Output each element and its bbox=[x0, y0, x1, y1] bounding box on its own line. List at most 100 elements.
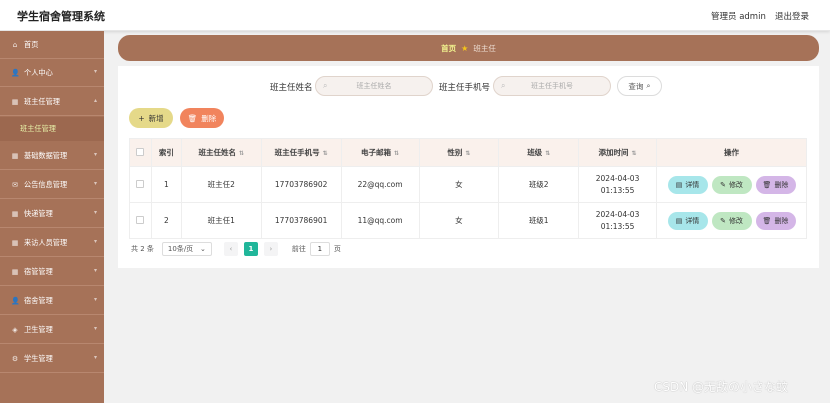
breadcrumb-current: 班主任 bbox=[473, 43, 496, 53]
sidebar-item-home[interactable]: ⌂ 首页 bbox=[0, 31, 104, 59]
sidebar-subitem-head-teacher[interactable]: 班主任管理 bbox=[0, 117, 104, 141]
sidebar-item-dorm-manager[interactable]: ▦ 宿管管理 ▾ bbox=[0, 258, 104, 286]
top-bar: 学生宿舍管理系统 管理员 admin 退出登录 bbox=[0, 0, 830, 31]
sort-icon[interactable]: ⇅ bbox=[323, 150, 328, 157]
chevron-down-icon: ▾ bbox=[93, 180, 97, 187]
grid-icon: ▦ bbox=[11, 97, 19, 106]
add-button-label: 新增 bbox=[148, 113, 164, 123]
row-checkbox[interactable] bbox=[136, 179, 145, 188]
batch-delete-button[interactable]: 🗑 删除 bbox=[180, 108, 224, 128]
phone-search-input[interactable]: ⌕ 班主任手机号 bbox=[493, 76, 611, 96]
sort-icon[interactable]: ⇅ bbox=[394, 150, 399, 157]
sidebar-item-head-teacher[interactable]: ▦ 班主任管理 ▴ bbox=[0, 88, 104, 116]
select-all-checkbox[interactable] bbox=[136, 147, 145, 156]
email-cell: 11@qq.com bbox=[340, 202, 420, 239]
table-header-row: 索引 班主任姓名 ⇅ 班主任手机号 ⇅ 电子邮箱 ⇅ 性别 ⇅ 班级 ⇅ 添加时间 ⇅ 操作 bbox=[129, 138, 807, 167]
ops-cell: ▤ 详情 ✎ 修改 🗑 删除 bbox=[656, 202, 807, 239]
delete-button-label: 删除 bbox=[201, 113, 217, 123]
phone-cell: 17703786901 bbox=[260, 202, 342, 239]
column-header[interactable]: 性别 ⇅ bbox=[418, 138, 500, 167]
column-header[interactable]: 班主任姓名 ⇅ bbox=[180, 138, 262, 167]
column-header[interactable]: 电子邮箱 ⇅ bbox=[340, 138, 420, 167]
sort-icon[interactable]: ⇅ bbox=[239, 150, 244, 157]
sidebar-item-dorm[interactable]: 👤 宿舍管理 ▾ bbox=[0, 287, 104, 315]
breadcrumb-home[interactable]: 首页 bbox=[441, 43, 456, 54]
next-page-button[interactable]: › bbox=[263, 242, 278, 256]
logout-link[interactable]: 退出登录 bbox=[775, 10, 809, 22]
name-search-input[interactable]: ⌕ 班主任姓名 bbox=[315, 76, 433, 96]
row-checkbox[interactable] bbox=[136, 215, 145, 224]
add-button[interactable]: + 新增 bbox=[129, 108, 173, 128]
column-header: 索引 bbox=[150, 138, 182, 167]
sort-icon[interactable]: ⇅ bbox=[545, 150, 550, 157]
sort-icon[interactable]: ⇅ bbox=[632, 150, 637, 157]
grid-icon: ▦ bbox=[11, 151, 19, 160]
detail-button[interactable]: ▤ 详情 bbox=[667, 175, 708, 194]
chevron-down-icon: ▾ bbox=[93, 68, 97, 75]
query-button[interactable]: 查询 ⌕ bbox=[617, 76, 662, 96]
page-number[interactable]: 1 bbox=[243, 242, 258, 256]
sidebar-item-student[interactable]: ⚙ 学生管理 ▾ bbox=[0, 345, 104, 373]
search-icon: ⌕ bbox=[323, 81, 328, 90]
sidebar-item-label: 首页 bbox=[24, 39, 39, 49]
column-header[interactable]: 班主任手机号 ⇅ bbox=[260, 138, 342, 167]
phone-cell: 17703786902 bbox=[260, 166, 342, 203]
detail-button[interactable]: ▤ 详情 bbox=[667, 211, 708, 230]
chevron-down-icon: ▾ bbox=[93, 151, 97, 158]
page-size-select[interactable]: 10条/页 ⌄ bbox=[161, 242, 212, 256]
column-header[interactable]: 班级 ⇅ bbox=[498, 138, 580, 167]
chevron-down-icon: ▾ bbox=[93, 209, 97, 216]
sidebar-item-label: 来访人员管理 bbox=[24, 237, 68, 247]
user-icon: 👤 bbox=[11, 68, 20, 77]
sidebar-item-label: 快递管理 bbox=[24, 208, 53, 218]
head-teacher-table: 索引 班主任姓名 ⇅ 班主任手机号 ⇅ 电子邮箱 ⇅ 性别 ⇅ 班级 ⇅ 添加时间 ⇅ 操作… bbox=[129, 138, 807, 239]
sidebar-item-profile[interactable]: 👤 个人中心 ▾ bbox=[0, 59, 104, 87]
watermark: CSDN @无敌の小さな蚊 bbox=[654, 380, 789, 394]
phone-search-placeholder: 班主任手机号 bbox=[531, 82, 573, 90]
sidebar-item-label: 宿管管理 bbox=[24, 266, 53, 276]
index-cell: 1 bbox=[150, 166, 182, 203]
select-all-cell[interactable] bbox=[129, 138, 152, 167]
sort-icon[interactable]: ⇅ bbox=[465, 150, 470, 157]
sidebar-item-notice[interactable]: ✉ 公告信息管理 ▾ bbox=[0, 171, 104, 199]
query-button-label: 查询 bbox=[628, 81, 644, 91]
grid-icon: ▦ bbox=[11, 209, 19, 218]
sidebar-item-base-data[interactable]: ▦ 基础数据管理 ▾ bbox=[0, 142, 104, 170]
delete-row-button[interactable]: 🗑 删除 bbox=[755, 211, 796, 230]
trash-icon: 🗑 bbox=[762, 180, 772, 189]
sidebar-item-visitor[interactable]: ▦ 来访人员管理 ▾ bbox=[0, 229, 104, 257]
sidebar-item-hygiene[interactable]: ◈ 卫生管理 ▾ bbox=[0, 316, 104, 344]
total-count: 共 2 条 bbox=[131, 245, 154, 253]
row-select-cell[interactable] bbox=[129, 166, 152, 203]
sidebar: ⌂ 首页 👤 个人中心 ▾ ▦ 班主任管理 ▴ 班主任管理 ▦ 基础数据管理 ▾ ✉ 公告信息管… bbox=[0, 31, 104, 403]
pencil-icon: ✎ bbox=[720, 216, 726, 225]
sidebar-item-label: 卫生管理 bbox=[24, 324, 53, 334]
gear-icon: ⚙ bbox=[11, 354, 19, 363]
home-icon: ⌂ bbox=[12, 40, 18, 49]
breadcrumb: 首页 ★ 班主任 bbox=[118, 35, 819, 61]
chevron-left-icon: ‹ bbox=[229, 245, 233, 253]
trash-icon: 🗑 bbox=[762, 216, 772, 225]
page-unit: 页 bbox=[333, 245, 341, 253]
prev-page-button[interactable]: ‹ bbox=[223, 242, 238, 256]
edit-button[interactable]: ✎ 修改 bbox=[711, 175, 752, 194]
current-user: 管理员 admin bbox=[711, 12, 766, 22]
gender-cell: 女 bbox=[418, 166, 500, 203]
app-title: 学生宿舍管理系统 bbox=[17, 10, 105, 23]
edit-button[interactable]: ✎ 修改 bbox=[711, 211, 752, 230]
email-cell: 22@qq.com bbox=[340, 166, 420, 203]
sidebar-item-express[interactable]: ▦ 快递管理 ▾ bbox=[0, 200, 104, 228]
sidebar-item-label: 基础数据管理 bbox=[24, 150, 68, 160]
goto-page-input[interactable]: 1 bbox=[309, 242, 330, 256]
row-select-cell[interactable] bbox=[129, 202, 152, 239]
column-header[interactable]: 添加时间 ⇅ bbox=[578, 138, 657, 167]
chevron-down-icon: ▾ bbox=[93, 354, 97, 361]
document-icon: ▤ bbox=[675, 216, 683, 225]
time-cell: 2024-04-03 01:13:55 bbox=[578, 166, 657, 203]
star-icon: ★ bbox=[461, 43, 469, 53]
delete-row-button[interactable]: 🗑 删除 bbox=[755, 175, 796, 194]
search-icon: ⌕ bbox=[646, 81, 651, 90]
class-cell: 班级1 bbox=[498, 202, 580, 239]
chevron-right-icon: › bbox=[269, 245, 273, 253]
chevron-down-icon: ▾ bbox=[93, 267, 97, 274]
